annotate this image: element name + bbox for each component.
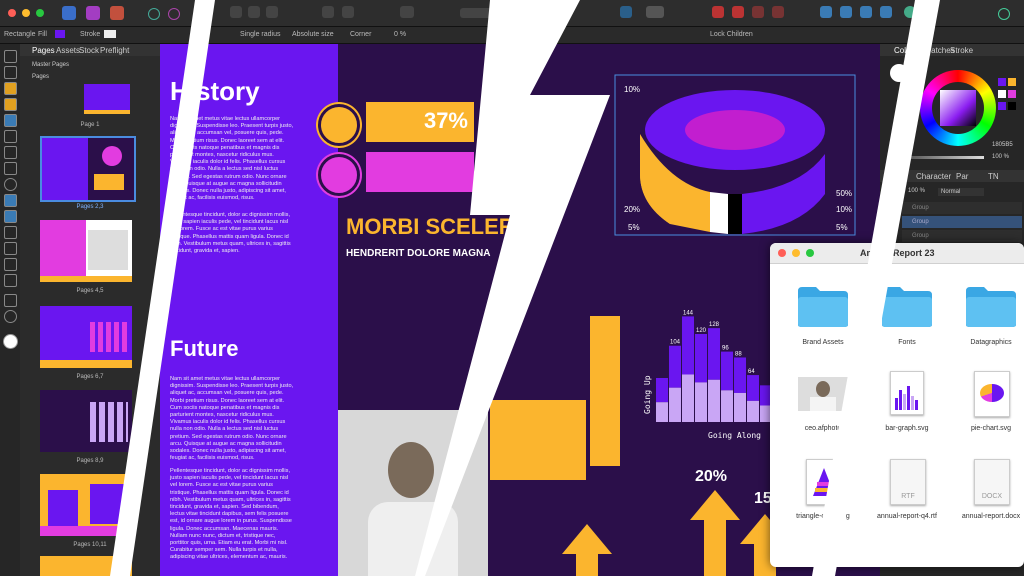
decorative-cuts xyxy=(110,0,940,576)
